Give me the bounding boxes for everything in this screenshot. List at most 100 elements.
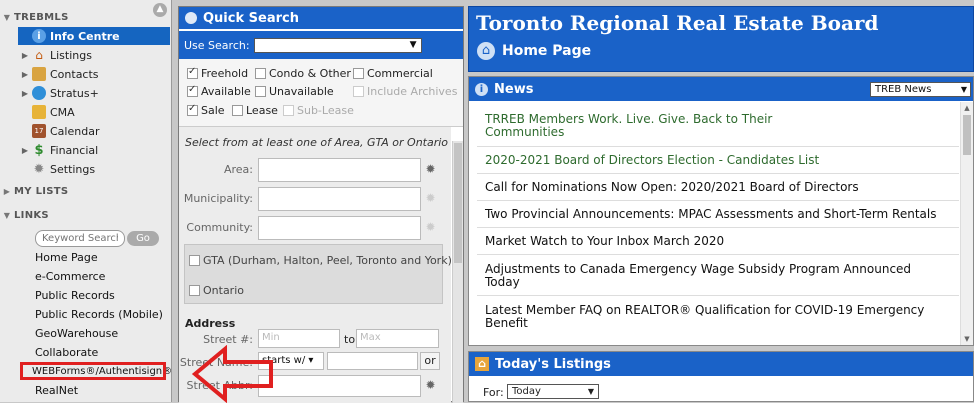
sale-checkbox[interactable]: Sale: [187, 103, 225, 117]
quick-search-panel: Quick Search Use Search: ▼ Freehold Cond…: [178, 6, 464, 403]
checkbox-icon: [255, 86, 266, 97]
sidebar-item-label: CMA: [50, 105, 75, 119]
sub-lease-checkbox[interactable]: Sub-Lease: [283, 104, 354, 117]
expand-icon[interactable]: ▶: [18, 70, 32, 79]
keyword-search-input[interactable]: [35, 230, 125, 247]
link-public-records-mobile[interactable]: Public Records (Mobile): [35, 307, 163, 323]
news-item[interactable]: TRREB Members Work. Live. Give. Back to …: [485, 113, 955, 139]
street-name-input[interactable]: [327, 352, 418, 370]
news-item-title: TRREB Members Work. Live. Give. Back to …: [485, 112, 773, 126]
collapse-triangle-icon: ▼: [3, 210, 11, 220]
section-links[interactable]: ▼ LINKS: [0, 208, 49, 222]
checkbox-icon: [189, 285, 200, 296]
sidebar-collapse-button[interactable]: ▲: [153, 3, 167, 17]
search-icon: [185, 12, 197, 24]
checkbox-icon: [187, 103, 198, 116]
go-button[interactable]: Go: [127, 231, 159, 246]
use-search-label: Use Search:: [184, 38, 250, 52]
link-public-records[interactable]: Public Records: [35, 288, 115, 304]
quick-search-scrollbar[interactable]: [452, 141, 463, 403]
news-scrollbar[interactable]: ▲ ▼: [960, 102, 973, 345]
commercial-checkbox[interactable]: Commercial: [353, 67, 433, 80]
link-e-commerce[interactable]: e-Commerce: [35, 269, 105, 285]
sidebar-item-calendar[interactable]: 17 Calendar: [18, 122, 170, 140]
sidebar-item-stratus[interactable]: ▶ Stratus+: [18, 84, 170, 102]
gear-icon[interactable]: ✹: [424, 192, 437, 205]
house-icon: ⌂: [35, 48, 43, 62]
street-number-max-input[interactable]: Max: [356, 329, 439, 348]
expand-triangle-icon: ▶: [3, 186, 11, 196]
link-realnet[interactable]: RealNet: [35, 383, 78, 399]
link-collaborate[interactable]: Collaborate: [35, 345, 98, 361]
checkbox-icon: [353, 86, 364, 97]
available-checkbox[interactable]: Available: [187, 84, 251, 98]
todays-listings-header: ⌂ Today's Listings: [469, 352, 973, 376]
news-item[interactable]: 2020-2021 Board of Directors Election - …: [485, 154, 955, 167]
expand-icon[interactable]: ▶: [18, 51, 32, 60]
sidebar-item-settings[interactable]: ✹ Settings: [18, 160, 170, 178]
map-pin-icon: [32, 86, 46, 100]
condo-checkbox[interactable]: Condo & Other: [255, 67, 351, 80]
include-archives-checkbox[interactable]: Include Archives: [353, 85, 457, 98]
news-item[interactable]: Adjustments to Canada Emergency Wage Sub…: [485, 263, 955, 289]
gear-icon[interactable]: ✹: [424, 163, 437, 176]
street-abbr-input[interactable]: [258, 375, 421, 397]
divider: [477, 146, 959, 147]
scrollbar-thumb[interactable]: [454, 143, 462, 263]
area-instruction: Select from at least one of Area, GTA or…: [185, 136, 449, 149]
section-trebmls[interactable]: ▼ TREBMLS: [0, 10, 69, 24]
calendar-icon: 17: [32, 124, 46, 138]
sidebar-item-contacts[interactable]: ▶ Contacts: [18, 65, 170, 83]
news-item[interactable]: Market Watch to Your Inbox March 2020: [485, 235, 955, 248]
community-input[interactable]: [258, 216, 421, 240]
info-icon: i: [32, 29, 46, 43]
area-input[interactable]: [258, 158, 421, 182]
municipality-label: Municipality:: [183, 192, 253, 205]
divider: [477, 227, 959, 228]
news-item[interactable]: Latest Member FAQ on REALTOR® Qualificat…: [485, 304, 955, 330]
news-item[interactable]: Call for Nominations Now Open: 2020/2021…: [485, 181, 955, 194]
gta-checkbox[interactable]: GTA (Durham, Halton, Peel, Toronto and Y…: [189, 254, 452, 267]
for-select[interactable]: Today ▼: [507, 384, 599, 399]
dollar-icon: $: [34, 142, 44, 158]
house-icon: ⌂: [475, 357, 489, 371]
freehold-checkbox[interactable]: Freehold: [187, 66, 248, 80]
scroll-down-icon[interactable]: ▼: [961, 333, 973, 345]
sidebar-item-financial[interactable]: ▶ $ Financial: [18, 141, 170, 159]
section-my-lists[interactable]: ▶ MY LISTS: [0, 184, 68, 198]
or-button[interactable]: or: [420, 352, 440, 370]
expand-icon[interactable]: ▶: [18, 146, 32, 155]
sidebar-item-info-centre[interactable]: i Info Centre: [18, 27, 170, 45]
home-page-label: Home Page: [502, 43, 592, 59]
home-page-link[interactable]: ⌂ Home Page: [477, 42, 591, 60]
checkbox-icon: [189, 255, 200, 266]
news-filter-select[interactable]: TREB News ▼: [870, 82, 971, 97]
sidebar-item-cma[interactable]: CMA: [18, 103, 170, 121]
cma-icon: [32, 105, 46, 119]
scroll-up-icon[interactable]: ▲: [961, 102, 973, 114]
gear-icon[interactable]: ✹: [424, 379, 437, 392]
lease-checkbox[interactable]: Lease: [232, 104, 278, 117]
sidebar-item-listings[interactable]: ▶ ⌂ Listings: [18, 46, 170, 64]
ontario-checkbox[interactable]: Ontario: [189, 284, 244, 297]
sidebar-item-label: Listings: [50, 48, 92, 62]
link-geowarehouse[interactable]: GeoWarehouse: [35, 326, 118, 342]
gear-icon[interactable]: ✹: [424, 221, 437, 234]
municipality-input[interactable]: [258, 187, 421, 211]
divider: [477, 295, 959, 296]
use-search-select[interactable]: ▼: [253, 37, 422, 53]
red-arrow-icon: [191, 345, 273, 403]
expand-icon[interactable]: ▶: [18, 89, 32, 98]
address-book-icon: [32, 67, 46, 81]
highlight-box: [20, 362, 166, 380]
scrollbar-thumb[interactable]: [963, 115, 971, 155]
unavailable-checkbox[interactable]: Unavailable: [255, 85, 334, 98]
link-home-page[interactable]: Home Page: [35, 250, 98, 266]
news-panel: i News TREB News ▼ TRREB Members Work. L…: [468, 76, 974, 346]
gear-icon: ✹: [33, 161, 45, 177]
todays-listings-title: Today's Listings: [495, 356, 611, 372]
main-content: Toronto Regional Real Estate Board ⌂ Hom…: [468, 6, 974, 402]
news-item[interactable]: Two Provincial Announcements: MPAC Asses…: [485, 208, 955, 221]
for-label: For:: [483, 386, 504, 399]
sidebar-item-label: Calendar: [50, 124, 100, 138]
